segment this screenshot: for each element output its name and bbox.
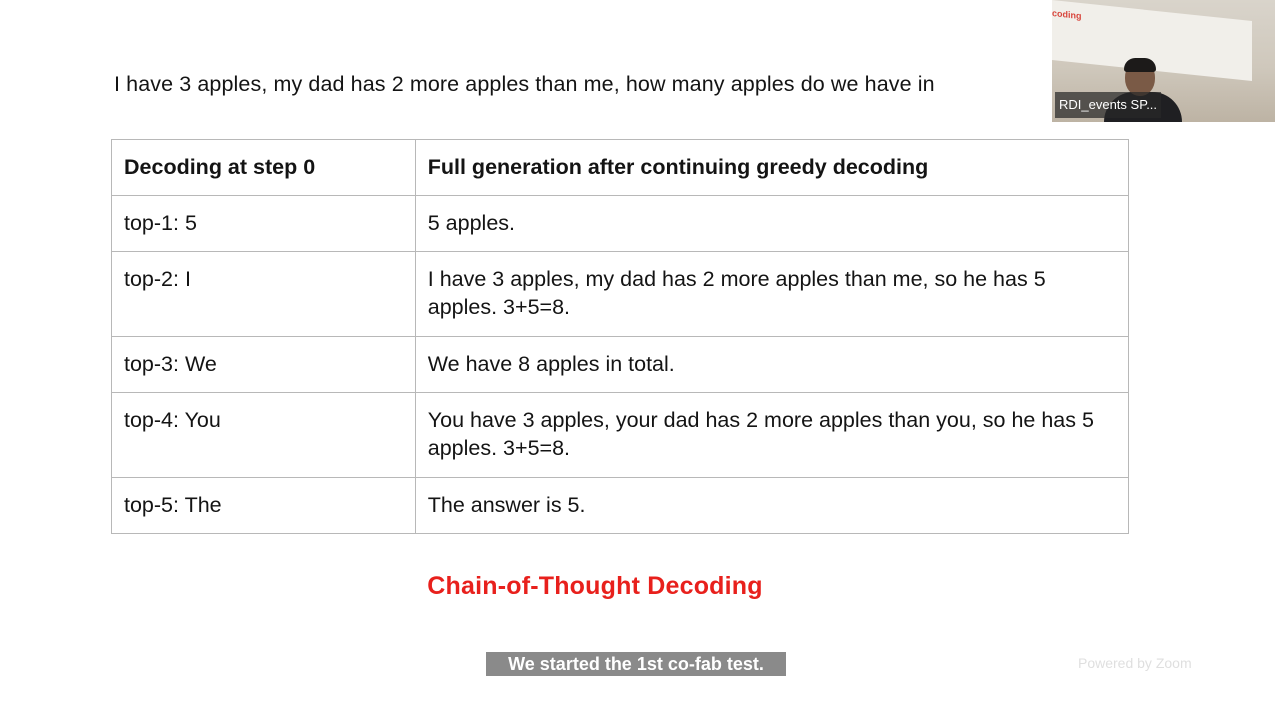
generation-cell: You have 3 apples, your dad has 2 more a… [414,392,1130,478]
live-caption: We started the 1st co-fab test. [486,652,786,676]
step-cell: top-5: The [111,477,416,534]
table-row: top-5: The The answer is 5. [111,477,1130,534]
generation-cell: I have 3 apples, my dad has 2 more apple… [414,251,1130,337]
table-header-row: Decoding at step 0 Full generation after… [111,139,1130,196]
projector-screen-text: coding [1052,8,1082,22]
decoding-table: Decoding at step 0 Full generation after… [111,139,1130,534]
generation-cell: 5 apples. [414,195,1130,252]
step-cell: top-2: I [111,251,416,337]
header-full-generation: Full generation after continuing greedy … [414,139,1130,196]
question-text: I have 3 apples, my dad has 2 more apple… [114,72,935,96]
step-cell: top-1: 5 [111,195,416,252]
speaker-hair [1124,58,1156,72]
participant-name-label: RDI_events SP... [1055,92,1162,118]
table-row: top-4: You You have 3 apples, your dad h… [111,392,1130,478]
generation-cell: The answer is 5. [414,477,1130,534]
table-row: top-3: We We have 8 apples in total. [111,336,1130,393]
participant-video-tile[interactable]: coding RDI_events SP... [1052,0,1275,122]
zoom-watermark: Powered by Zoom [1078,655,1192,671]
step-cell: top-4: You [111,392,416,478]
generation-cell: We have 8 apples in total. [414,336,1130,393]
step-cell: top-3: We [111,336,416,393]
slide-title: Chain-of-Thought Decoding [427,572,763,600]
table-row: top-2: I I have 3 apples, my dad has 2 m… [111,251,1130,337]
header-decoding-step: Decoding at step 0 [111,139,416,196]
table-row: top-1: 5 5 apples. [111,195,1130,252]
